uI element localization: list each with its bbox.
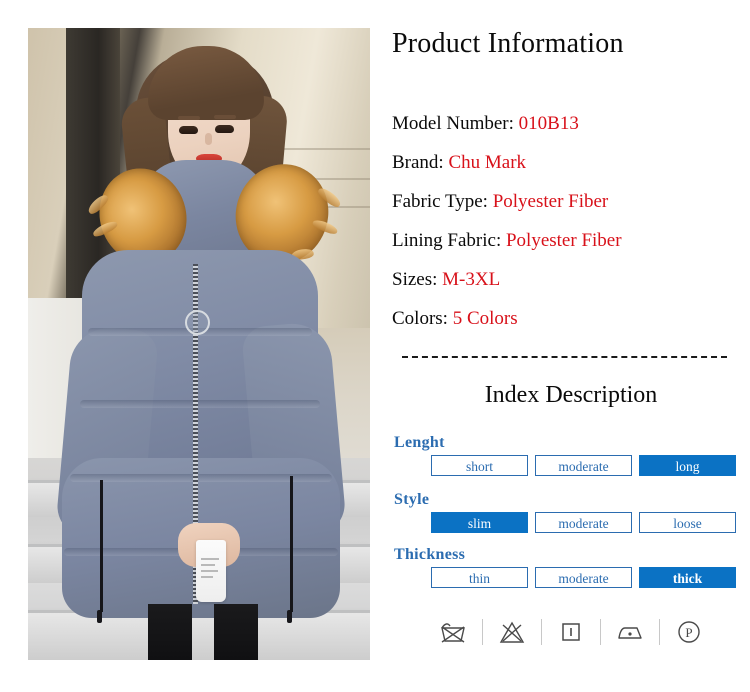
spec-row-sizes: Sizes: M-3XL — [392, 260, 750, 299]
spec-row-lining-fabric: Lining Fabric: Polyester Fiber — [392, 221, 750, 260]
section-divider — [402, 356, 727, 358]
product-detail-page: Product Information Model Number: 010B13… — [0, 0, 750, 692]
model-brow-left — [178, 116, 200, 120]
spec-value: Polyester Fiber — [505, 230, 622, 251]
spec-value: Polyester Fiber — [492, 191, 609, 212]
do-not-wash-icon — [424, 619, 482, 645]
option-thin[interactable]: thin — [431, 567, 528, 588]
spec-row-model-number: Model Number: 010B13 — [392, 104, 750, 143]
option-moderate[interactable]: moderate — [535, 512, 632, 533]
option-thick[interactable]: thick — [639, 567, 736, 588]
do-not-bleach-icon — [483, 619, 541, 645]
option-slim[interactable]: slim — [431, 512, 528, 533]
coat-drawstring-left — [100, 480, 103, 612]
spec-row-fabric-type: Fabric Type: Polyester Fiber — [392, 182, 750, 221]
page-title: Product Information — [392, 28, 624, 59]
index-row-lenght: Lenght short moderate long — [392, 434, 750, 476]
coat-quilt-seam — [80, 400, 320, 408]
index-row-style: Style slim moderate loose — [392, 491, 750, 533]
index-row-thickness: Thickness thin moderate thick — [392, 546, 750, 588]
spec-value: Chu Mark — [448, 152, 527, 173]
drawstring-tip-left — [97, 610, 102, 623]
model-eye-right — [215, 125, 234, 133]
drawstring-tip-right — [287, 610, 292, 623]
coat-quilt-seam — [70, 474, 332, 482]
spec-value: 5 Colors — [452, 308, 518, 329]
drip-dry-icon — [542, 619, 600, 645]
option-moderate[interactable]: moderate — [535, 455, 632, 476]
coat-drawstring-right — [290, 476, 293, 612]
model-brow-right — [214, 115, 236, 119]
index-label: Lenght — [394, 434, 445, 451]
product-photo[interactable] — [28, 28, 370, 660]
option-group-style: slim moderate loose — [431, 512, 750, 533]
zipper-pull — [185, 310, 210, 335]
spec-row-colors: Colors: 5 Colors — [392, 299, 750, 338]
model-nose — [205, 133, 212, 145]
index-label: Thickness — [394, 546, 466, 563]
coffee-cup — [196, 540, 226, 602]
model-leg-right — [214, 604, 258, 660]
product-information-panel: Product Information Model Number: 010B13… — [392, 0, 750, 692]
option-long[interactable]: long — [639, 455, 736, 476]
spec-label: Lining Fabric: — [392, 230, 502, 251]
dry-clean-p-icon: P — [660, 618, 718, 646]
spec-value: 010B13 — [518, 113, 579, 134]
option-moderate[interactable]: moderate — [535, 567, 632, 588]
index-description-title: Index Description — [484, 382, 658, 408]
model-eye-left — [179, 126, 198, 134]
iron-low-heat-icon — [601, 619, 659, 645]
spec-row-brand: Brand: Chu Mark — [392, 143, 750, 182]
option-loose[interactable]: loose — [639, 512, 736, 533]
option-short[interactable]: short — [431, 455, 528, 476]
spec-label: Brand: — [392, 152, 444, 173]
specification-list: Model Number: 010B13 Brand: Chu Mark Fab… — [392, 104, 750, 338]
spec-label: Sizes: — [392, 269, 438, 290]
option-group-thickness: thin moderate thick — [431, 567, 750, 588]
model-leg-left — [148, 604, 192, 660]
step-face — [28, 613, 370, 660]
spec-value: M-3XL — [442, 269, 501, 290]
spec-label: Fabric Type: — [392, 191, 488, 212]
spec-label: Colors: — [392, 308, 448, 329]
care-symbols-row: P — [392, 618, 750, 646]
option-group-lenght: short moderate long — [431, 455, 750, 476]
index-label: Style — [394, 491, 430, 508]
spec-label: Model Number: — [392, 113, 514, 134]
svg-text:P: P — [685, 625, 692, 640]
